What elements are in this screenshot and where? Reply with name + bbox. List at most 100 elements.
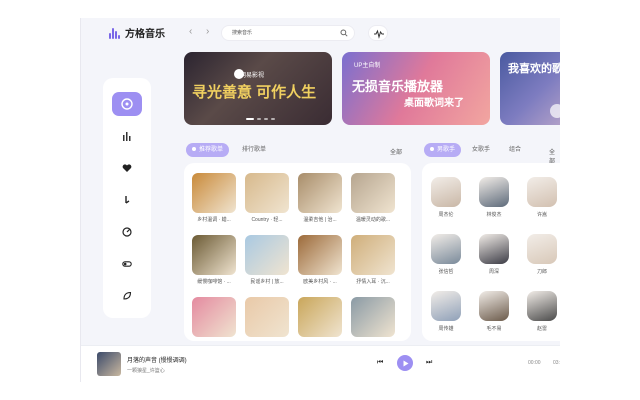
banner-brand: 网易影视 — [240, 73, 265, 79]
playlist-card[interactable]: 温暖灵动的歌... — [351, 173, 395, 223]
playlist-cover[interactable] — [192, 173, 236, 213]
singer-card[interactable]: 毛不易 — [477, 291, 511, 332]
search-input[interactable] — [232, 29, 332, 35]
singer-card[interactable]: 周杰伦 — [429, 177, 463, 218]
playlist-cover[interactable] — [245, 235, 289, 275]
playlist-cover[interactable] — [351, 235, 395, 275]
sidebar-item-favorites[interactable] — [112, 156, 142, 180]
tab-ranking-playlists[interactable]: 排行歌单 — [236, 143, 272, 157]
sidebar-item-charts[interactable] — [112, 124, 142, 148]
singer-photo[interactable] — [479, 177, 509, 207]
back-arrow-icon[interactable]: ‹ — [189, 26, 192, 37]
sidebar-item-downloads[interactable] — [112, 188, 142, 212]
singer-photo[interactable] — [527, 234, 557, 264]
playlists-more-link[interactable]: 全部 — [390, 147, 402, 156]
banner-headline: 无损音乐播放器 — [352, 79, 444, 94]
tab-male-singers[interactable]: 男歌手 — [424, 143, 462, 157]
forward-arrow-icon[interactable]: › — [206, 26, 209, 37]
app-logo[interactable]: 方格音乐 — [109, 25, 165, 40]
singer-grid: 周杰伦 林俊杰 许嵩张信哲 周深 刀郎周传雄 毛不易 赵雷 — [422, 163, 560, 341]
playlist-cover[interactable] — [298, 297, 342, 337]
playlist-cover[interactable] — [245, 297, 289, 337]
playlist-card[interactable]: 乡村温调 · 蜡... — [192, 173, 236, 223]
previous-icon[interactable]: ⏮ — [377, 359, 383, 367]
playlist-cover[interactable] — [245, 173, 289, 213]
playlist-cover[interactable] — [192, 235, 236, 275]
leaf-icon — [123, 291, 132, 300]
sidebar-item-skin[interactable] — [112, 284, 142, 308]
singer-name: 林俊杰 — [486, 212, 502, 218]
playlist-card[interactable]: 欧美乡村风 · ... — [298, 235, 342, 285]
singer-name: 许嵩 — [536, 212, 547, 218]
playlist-cover[interactable] — [192, 297, 236, 337]
singer-photo[interactable] — [431, 234, 461, 264]
playlist-card[interactable]: 民谣乡村 | 放... — [245, 235, 289, 285]
player-bar: 月落的声音 (慢慢调调) 一颗狼星_许篮心 ⏮ ⏭ 00:00 03: — [81, 345, 560, 382]
playlist-card[interactable] — [351, 297, 395, 340]
singer-card[interactable]: 周传雄 — [429, 291, 463, 332]
singer-card[interactable]: 刀郎 — [525, 234, 559, 275]
playlist-card[interactable] — [298, 297, 342, 340]
playlist-card[interactable]: 抒情入耳 · 沉... — [351, 235, 395, 285]
singer-name: 刀郎 — [536, 269, 547, 275]
singer-photo[interactable] — [431, 291, 461, 321]
singer-photo[interactable] — [479, 234, 509, 264]
singer-photo[interactable] — [527, 177, 557, 207]
bar-chart-icon — [123, 132, 131, 141]
now-playing-cover[interactable] — [97, 352, 121, 376]
singer-name: 周杰伦 — [438, 212, 454, 218]
playlist-card[interactable] — [245, 297, 289, 340]
singer-card[interactable]: 林俊杰 — [477, 177, 511, 218]
audio-wave-button[interactable] — [368, 25, 388, 41]
current-time: 00:00 — [528, 360, 541, 366]
singer-photo[interactable] — [527, 291, 557, 321]
playlist-cover[interactable] — [351, 297, 395, 337]
search-icon[interactable] — [340, 29, 348, 37]
singer-photo[interactable] — [431, 177, 461, 207]
clock-icon — [122, 227, 132, 237]
play-icon[interactable] — [550, 104, 560, 118]
playlist-caption: Country · 轻... — [251, 217, 283, 223]
logo-bars-icon — [109, 27, 121, 39]
toggle-icon — [122, 261, 132, 267]
now-playing-title: 月落的声音 (慢慢调调) — [127, 358, 187, 364]
tab-recommended-playlists[interactable]: 推荐歌单 — [186, 143, 230, 157]
playlist-cover[interactable] — [298, 235, 342, 275]
search-box[interactable] — [221, 25, 355, 41]
disc-icon — [121, 98, 133, 110]
singer-photo[interactable] — [479, 291, 509, 321]
playlist-card[interactable]: 缓慢咖啡馆 · ... — [192, 235, 236, 285]
playlist-card[interactable]: Country · 轻... — [245, 173, 289, 223]
playlist-card[interactable] — [192, 297, 236, 340]
singer-card[interactable]: 许嵩 — [525, 177, 559, 218]
heart-icon — [122, 164, 132, 172]
tab-groups[interactable]: 组合 — [503, 143, 527, 157]
singer-card[interactable]: 张信哲 — [429, 234, 463, 275]
singer-name: 毛不易 — [486, 326, 502, 332]
next-icon[interactable]: ⏭ — [426, 359, 432, 367]
app-window: 方格音乐 ‹ › 搜索音乐 网易影视 寻光善意 可作人生 UP主自制 无损音乐播… — [80, 18, 560, 382]
banner-3[interactable]: 我喜欢的歌 — [500, 52, 560, 125]
banner-subheadline: 桌面歌词来了 — [404, 98, 464, 109]
sidebar-item-discover[interactable] — [112, 92, 142, 116]
playlist-cover[interactable] — [298, 173, 342, 213]
singer-card[interactable]: 赵雷 — [525, 291, 559, 332]
top-bar: 方格音乐 ‹ › — [81, 18, 560, 48]
singer-card[interactable]: 周深 — [477, 234, 511, 275]
banner-2[interactable]: UP主自制 无损音乐播放器 桌面歌词来了 — [342, 52, 490, 125]
total-time: 03: — [553, 360, 560, 366]
sidebar-item-history[interactable] — [112, 220, 142, 244]
now-playing-artist: 一颗狼星_许篮心 — [127, 368, 165, 374]
playlist-cover[interactable] — [351, 173, 395, 213]
playlist-card[interactable]: 温柔吉他 | 治... — [298, 173, 342, 223]
playlist-caption: 欧美乡村风 · ... — [303, 279, 337, 285]
banner-1[interactable]: 网易影视 寻光善意 可作人生 — [184, 52, 332, 125]
audio-wave-icon — [374, 29, 384, 39]
banner-tag: UP主自制 — [354, 63, 381, 69]
play-button[interactable] — [397, 355, 413, 371]
carousel-dots[interactable] — [246, 118, 275, 120]
sidebar-item-settings[interactable] — [112, 252, 142, 276]
playlist-caption: 缓慢咖啡馆 · ... — [197, 279, 231, 285]
tab-female-singers[interactable]: 女歌手 — [466, 143, 496, 157]
playlist-caption: 民谣乡村 | 放... — [250, 279, 284, 285]
